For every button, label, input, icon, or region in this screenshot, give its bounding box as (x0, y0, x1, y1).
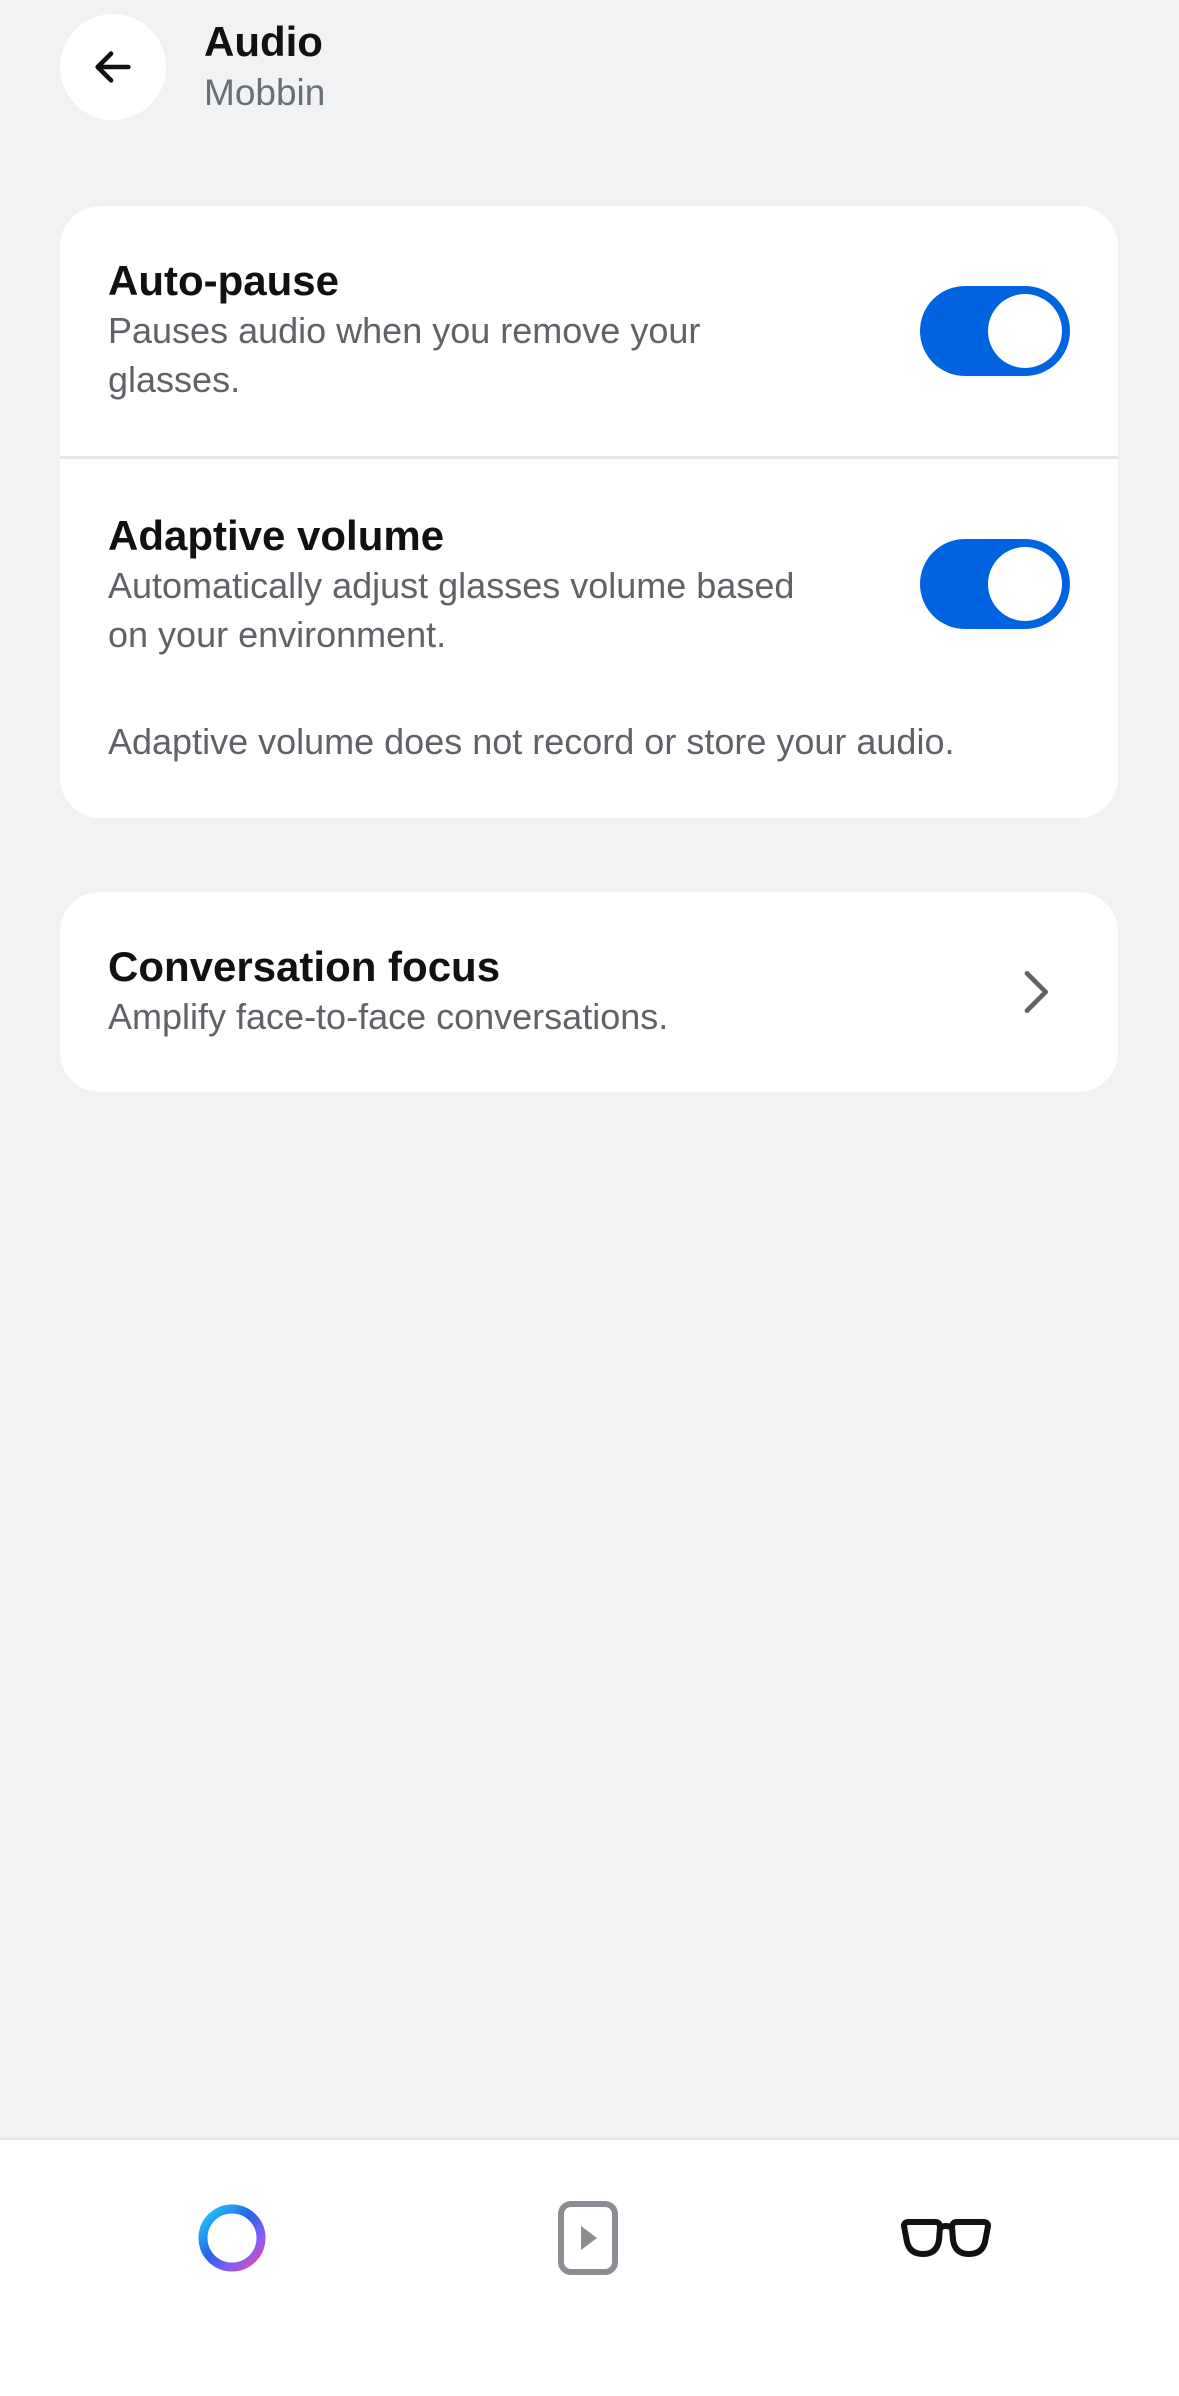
adaptive-volume-description: Automatically adjust glasses volume base… (108, 565, 795, 655)
page-title: Audio (204, 18, 323, 65)
conversation-focus-title: Conversation focus (108, 943, 501, 990)
chevron-right-icon (1024, 971, 1048, 1013)
adaptive-volume-toggle[interactable] (920, 539, 1070, 629)
auto-pause-row: Auto-pause Pauses audio when you remove … (60, 206, 1118, 456)
page-header: Audio Mobbin (60, 14, 325, 120)
auto-pause-description: Pauses audio when you remove your glasse… (108, 310, 701, 400)
arrow-left-icon (95, 51, 131, 83)
glasses-icon (901, 2219, 991, 2257)
audio-settings-card: Auto-pause Pauses audio when you remove … (60, 206, 1118, 818)
adaptive-volume-note: Adaptive volume does not record or store… (108, 721, 955, 762)
conversation-focus-card: Conversation focus Amplify face-to-face … (60, 892, 1118, 1092)
page-subtitle: Mobbin (204, 72, 326, 113)
header-text: Audio Mobbin (204, 16, 325, 118)
media-play-icon (558, 2201, 618, 2275)
meta-ai-ring-icon (198, 2204, 266, 2272)
toggle-knob (988, 547, 1062, 621)
toggle-knob (988, 294, 1062, 368)
auto-pause-toggle[interactable] (920, 286, 1070, 376)
bottom-navigation (0, 2138, 1179, 2396)
nav-meta-ai[interactable] (172, 2178, 292, 2298)
conversation-focus-description: Amplify face-to-face conversations. (108, 996, 669, 1037)
adaptive-volume-row: Adaptive volume Automatically adjust gla… (60, 459, 1118, 818)
conversation-focus-row[interactable]: Conversation focus Amplify face-to-face … (60, 892, 1118, 1092)
nav-media[interactable] (528, 2178, 648, 2298)
nav-glasses[interactable] (886, 2178, 1006, 2298)
back-button[interactable] (60, 14, 166, 120)
